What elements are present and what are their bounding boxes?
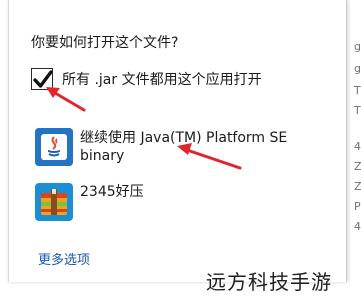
watermark: 远方科技手游 (206, 270, 332, 294)
background-window-edge: g g T Ti 4 Z Z P 4 (346, 0, 361, 302)
app-option-java-label-line2: binary (80, 148, 125, 164)
app-option-java[interactable]: 继续使用 Java(TM) Platform SE binary (23, 128, 323, 178)
app-option-2345-haozip[interactable]: 2345好压 (23, 183, 323, 233)
background-text: g (354, 40, 361, 53)
more-options-link[interactable]: 更多选项 (38, 249, 90, 268)
2345-haozip-icon (35, 183, 73, 221)
background-text: Z (354, 180, 361, 193)
background-text: g (354, 62, 361, 75)
checkmark-icon (33, 70, 53, 88)
background-text: P (354, 200, 361, 213)
always-use-checkbox[interactable] (31, 68, 53, 90)
screenshot-canvas: g g T Ti 4 Z Z P 4 你要如何打开这个文件? 所有 .jar 文… (0, 0, 361, 302)
open-with-dialog: 你要如何打开这个文件? 所有 .jar 文件都用这个应用打开 继续使用 Java… (8, 0, 347, 282)
always-use-checkbox-label[interactable]: 所有 .jar 文件都用这个应用打开 (62, 69, 262, 89)
app-option-java-label: 继续使用 Java(TM) Platform SE (80, 130, 288, 146)
background-text: T (354, 84, 361, 97)
background-text: 4 (354, 220, 361, 233)
background-text: Ti (354, 104, 361, 117)
background-text: 4 (354, 140, 361, 153)
java-icon (35, 128, 73, 166)
background-text: Z (354, 160, 361, 173)
dialog-title: 你要如何打开这个文件? (31, 35, 179, 51)
app-option-2345-haozip-label: 2345好压 (80, 184, 144, 200)
